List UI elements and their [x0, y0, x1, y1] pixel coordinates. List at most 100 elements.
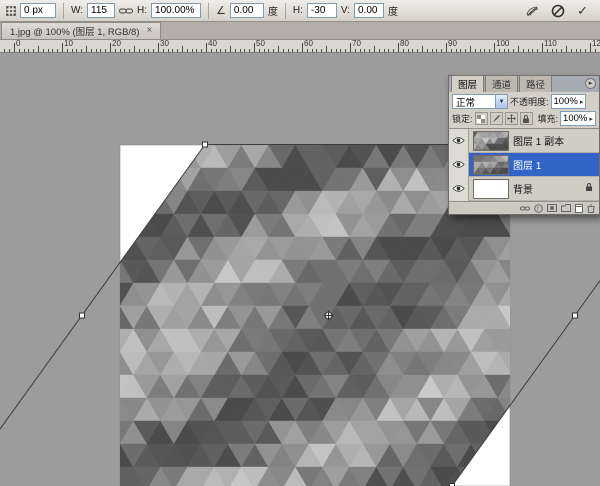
opacity-label: 不透明度: [510, 95, 549, 108]
layer-thumbnail[interactable] [473, 155, 509, 175]
layer-row-layer1[interactable]: 图层 1 [449, 153, 599, 177]
ruler-tick [211, 49, 212, 52]
lock-pixels-icon[interactable] [490, 112, 503, 125]
ruler-tick [196, 49, 197, 52]
tab-layers[interactable]: 图层 [451, 75, 484, 92]
ruler-tick [412, 49, 413, 52]
transform-handle[interactable] [203, 142, 208, 147]
position-input[interactable]: 0 px [20, 3, 56, 18]
ruler-tick [590, 43, 591, 52]
ruler-tick [177, 49, 178, 52]
layer-style-icon[interactable]: f [534, 204, 543, 213]
ruler-number: 10 [64, 40, 73, 48]
opacity-value: 100% [554, 96, 578, 107]
ruler-tick [441, 49, 442, 52]
ruler-number: 40 [208, 40, 217, 48]
reference-point-icon[interactable] [6, 6, 16, 16]
ruler-tick [28, 49, 29, 52]
ruler-tick [355, 49, 356, 52]
ruler-tick [235, 49, 236, 52]
ruler-tick [326, 46, 327, 52]
separator [285, 3, 286, 19]
slider-arrow-icon[interactable]: ▸ [589, 115, 593, 123]
layer-thumbnail[interactable] [473, 179, 509, 199]
rotate-angle-icon: ∠ [216, 4, 226, 17]
ruler-tick [571, 49, 572, 52]
ruler-tick [110, 43, 111, 52]
ruler-tick [561, 49, 562, 52]
ruler-tick [388, 49, 389, 52]
ruler-tick [508, 49, 509, 52]
fill-label: 填充: [538, 112, 559, 125]
ruler-tick [364, 49, 365, 52]
ruler-tick [494, 43, 495, 52]
ruler-tick [350, 43, 351, 52]
ruler-tick [201, 49, 202, 52]
ruler-tick [81, 49, 82, 52]
transform-handle[interactable] [80, 313, 85, 318]
height-input[interactable]: 100.00% [151, 3, 201, 18]
blend-mode-select[interactable]: 正常 ▼ [452, 94, 508, 109]
visibility-toggle[interactable] [449, 153, 469, 177]
transform-handle[interactable] [573, 313, 578, 318]
layer-thumbnail[interactable] [473, 131, 509, 151]
skew-h-input[interactable]: -30 [307, 3, 337, 18]
transform-options-bar: 0 px W: 115 H: 100.00% ∠ 0.00 度 H: -30 V… [0, 0, 600, 22]
opacity-input[interactable]: 100% ▸ [551, 94, 587, 109]
visibility-toggle[interactable] [449, 177, 469, 201]
lock-transparency-icon[interactable] [475, 112, 488, 125]
ruler-tick [336, 49, 337, 52]
ruler-tick [403, 49, 404, 52]
ruler-tick [91, 49, 92, 52]
layer-row-background[interactable]: 背景 [449, 177, 599, 201]
ruler-tick [24, 49, 25, 52]
commit-transform-icon[interactable]: ✓ [577, 3, 588, 19]
lock-row: 锁定: 填充: 100% ▸ [449, 111, 599, 128]
skew-h-label: H: [293, 5, 303, 16]
ruler-tick [556, 49, 557, 52]
ruler-number: 90 [448, 40, 457, 48]
ruler-tick [139, 49, 140, 52]
ruler-tick [552, 49, 553, 52]
new-group-icon[interactable] [561, 204, 571, 212]
panel-menu-icon[interactable]: ▸ [585, 78, 596, 89]
ruler-tick [292, 49, 293, 52]
ruler-tick [38, 46, 39, 52]
ruler-tick [408, 49, 409, 52]
ruler-tick [427, 49, 428, 52]
cancel-transform-icon[interactable] [551, 4, 565, 18]
ruler-number: 0 [16, 40, 20, 48]
tab-paths[interactable]: 路径 [519, 75, 552, 92]
ruler-tick [374, 46, 375, 52]
width-input[interactable]: 115 [87, 3, 115, 18]
link-layers-icon[interactable] [520, 205, 530, 212]
ruler-tick [225, 49, 226, 52]
skew-v-input[interactable]: 0.00 [354, 3, 384, 18]
lock-all-icon[interactable] [520, 112, 533, 125]
ruler-tick [48, 49, 49, 52]
delete-layer-icon[interactable] [587, 204, 595, 213]
close-icon[interactable]: × [147, 26, 153, 36]
ruler-tick [360, 49, 361, 52]
ruler-tick [297, 49, 298, 52]
layer-row-layer1-copy[interactable]: 图层 1 副本 [449, 129, 599, 153]
ruler-tick [14, 43, 15, 52]
ruler-tick [465, 49, 466, 52]
lock-position-icon[interactable] [505, 112, 518, 125]
link-dimensions-icon[interactable] [119, 7, 133, 15]
visibility-toggle[interactable] [449, 129, 469, 153]
ruler-tick [532, 49, 533, 52]
slider-arrow-icon[interactable]: ▸ [580, 98, 584, 106]
fill-input[interactable]: 100% ▸ [560, 111, 596, 126]
new-layer-icon[interactable] [575, 204, 583, 213]
ruler-tick [331, 49, 332, 52]
rotate-input[interactable]: 0.00 [230, 3, 264, 18]
horizontal-ruler[interactable]: 0102030405060708090100110120 [0, 40, 600, 53]
ruler-tick [566, 46, 567, 52]
layer-mask-icon[interactable] [547, 204, 557, 212]
tab-channels[interactable]: 通道 [485, 75, 518, 92]
chevron-down-icon[interactable]: ▼ [495, 95, 507, 108]
warp-mode-toggle-icon[interactable] [525, 5, 539, 17]
document-tab[interactable]: 1.jpg @ 100% (图层 1, RGB/8) × [1, 22, 161, 39]
ruler-tick [312, 49, 313, 52]
